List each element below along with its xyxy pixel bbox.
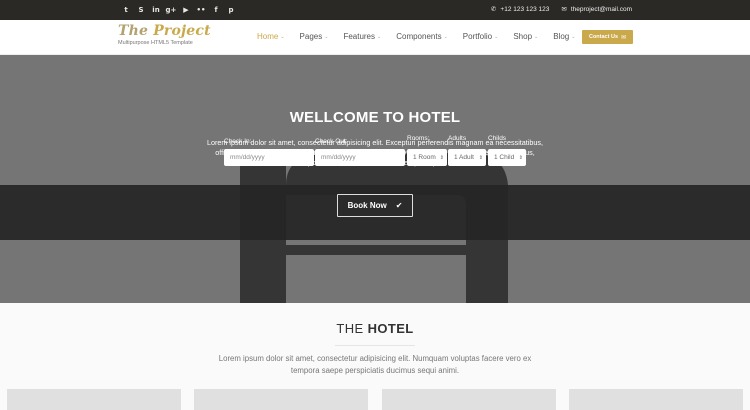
contact-us-label: Contact Us [588,34,618,40]
nav-label: Blog [553,32,570,41]
logo-tagline: Multipurpose HTML5 Template [118,40,193,46]
linkedin-icon[interactable]: in [150,4,162,16]
rooms-select[interactable]: 1 Room ⇕ [407,149,447,166]
section-title-bold: HOTEL [367,321,414,336]
top-bar: t S in g+ ▶ •• f p ✆ +12 123 123 123 ✉ t… [0,0,750,20]
select-arrows-icon: ⇕ [439,154,444,161]
facebook-icon[interactable]: f [210,4,222,16]
childs-label: Childs [488,135,507,142]
gallery-thumbnail[interactable] [194,389,368,410]
chevron-down-icon: ⌄ [494,33,499,40]
phone-number: +12 123 123 123 [500,5,550,13]
adults-field: Adults 1 Adult ⇕ [448,135,486,166]
chevron-down-icon: ⌄ [280,33,285,40]
phone-icon: ✆ [490,5,497,13]
book-now-button[interactable]: Book Now ✔ [337,194,413,217]
email-info[interactable]: ✉ theproject@mail.com [561,5,632,13]
flickr-icon[interactable]: •• [195,4,207,16]
nav-label: Shop [513,32,533,41]
chevron-down-icon: ⌄ [534,33,539,40]
nav-item-portfolio[interactable]: Portfolio ⌄ [463,32,499,41]
envelope-icon: ✉ [561,5,567,13]
check-out-field: Check Out: mm/dd/yyyy [315,138,405,166]
social-links: t S in g+ ▶ •• f p [120,4,237,16]
contact-info: ✆ +12 123 123 123 ✉ theproject@mail.com [491,5,632,13]
youtube-icon[interactable]: ▶ [180,4,192,16]
nav-item-components[interactable]: Components ⌄ [396,32,448,41]
phone-info: ✆ +12 123 123 123 [491,5,549,13]
check-in-input[interactable]: mm/dd/yyyy [224,149,314,166]
nav-label: Portfolio [462,32,493,41]
chevron-down-icon: ⌄ [324,33,329,40]
envelope-icon: ✉ [621,33,627,41]
hero-section: WELLCOME TO HOTEL Lorem ipsum dolor sit … [0,55,750,303]
google-plus-icon[interactable]: g+ [165,4,177,16]
section-description: Lorem ipsum dolor sit amet, consectetur … [218,354,532,375]
nav-label: Features [343,32,376,41]
contact-us-button[interactable]: Contact Us ✉ [582,30,633,44]
nav-item-blog[interactable]: Blog ⌄ [553,32,575,41]
logo-word-the: The [118,23,149,39]
twitter-icon[interactable]: t [120,4,132,16]
check-out-label: Check Out: [315,138,348,145]
childs-select[interactable]: 1 Child ⇕ [488,149,526,166]
book-now-label: Book Now [347,201,387,210]
adults-value: 1 Adult [454,154,474,161]
rooms-label: Rooms: [407,135,430,142]
nav-item-pages[interactable]: Pages ⌄ [300,32,329,41]
hero-background-graphic [240,153,508,303]
childs-value: 1 Child [494,154,515,161]
skype-icon[interactable]: S [135,4,147,16]
section-divider [335,345,415,346]
main-nav: Home ⌄ Pages ⌄ Features ⌄ Components ⌄ Portf… [257,32,590,41]
chevron-down-icon: ⌄ [443,33,448,40]
check-in-field: Check In: mm/dd/yyyy [224,138,314,166]
gallery-thumbnail[interactable] [7,389,181,410]
email-address[interactable]: theproject@mail.com [571,6,632,13]
check-icon: ✔ [395,201,403,210]
childs-field: Childs 1 Child ⇕ [488,135,526,166]
adults-label: Adults [448,135,467,142]
main-header: The Project Multipurpose HTML5 Template … [0,20,750,55]
chevron-down-icon: ⌄ [377,33,382,40]
logo-word-project: Project [153,23,211,39]
logo-text[interactable]: The Project [118,23,211,39]
pinterest-icon[interactable]: p [225,4,237,16]
gallery-thumbnail[interactable] [382,389,556,410]
adults-select[interactable]: 1 Adult ⇕ [448,149,486,166]
section-title: THE HOTEL [0,321,750,336]
logo[interactable]: The Project Multipurpose HTML5 Template [118,23,211,46]
nav-item-home[interactable]: Home ⌄ [257,32,285,41]
nav-label: Components [396,32,442,41]
chevron-down-icon: ⌄ [571,33,576,40]
select-arrows-icon: ⇕ [478,154,483,161]
nav-label: Pages [299,32,323,41]
nav-item-shop[interactable]: Shop ⌄ [513,32,538,41]
nav-item-features[interactable]: Features ⌄ [343,32,381,41]
nav-label: Home [257,32,279,41]
rooms-field: Rooms: 1 Room ⇕ [407,135,447,166]
check-out-input[interactable]: mm/dd/yyyy [315,149,405,166]
section-title-plain: THE [336,321,364,336]
rooms-value: 1 Room [413,154,436,161]
check-in-label: Check In: [224,138,252,145]
gallery-thumbnail[interactable] [569,389,743,410]
select-arrows-icon: ⇕ [518,154,523,161]
hero-title: WELLCOME TO HOTEL [289,109,461,126]
